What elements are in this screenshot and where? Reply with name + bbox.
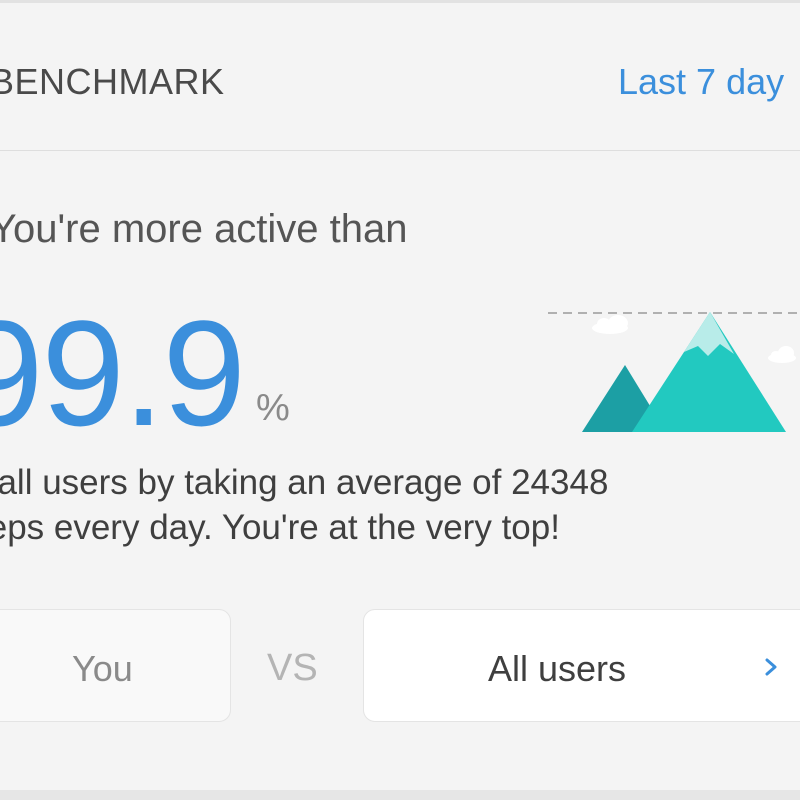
compare-you-label: You xyxy=(72,648,133,689)
description: f all users by taking an average of 2434… xyxy=(0,460,758,550)
compare-group-button[interactable]: All users xyxy=(363,609,800,722)
cloud-right xyxy=(768,346,796,363)
vs-label: VS xyxy=(267,647,318,689)
benchmark-screen: BENCHMARK Last 7 day You're more active … xyxy=(0,0,800,800)
period-selector[interactable]: Last 7 day xyxy=(618,61,784,103)
chevron-right-icon xyxy=(765,658,777,676)
percentile-value: 99.9 xyxy=(0,289,246,457)
percent-symbol: % xyxy=(256,387,290,429)
page-title: BENCHMARK xyxy=(0,61,225,102)
compare-group-label: All users xyxy=(488,648,627,689)
bottom-divider xyxy=(0,790,800,800)
description-line-2: teps every day. You're at the very top! xyxy=(0,508,560,547)
header: BENCHMARK Last 7 day xyxy=(0,3,800,151)
compare-you-box: You xyxy=(0,609,231,722)
cloud-left xyxy=(592,315,628,334)
headline: You're more active than xyxy=(0,207,408,251)
mountain-illustration xyxy=(548,312,800,432)
description-line-1: f all users by taking an average of 2434… xyxy=(0,463,609,502)
